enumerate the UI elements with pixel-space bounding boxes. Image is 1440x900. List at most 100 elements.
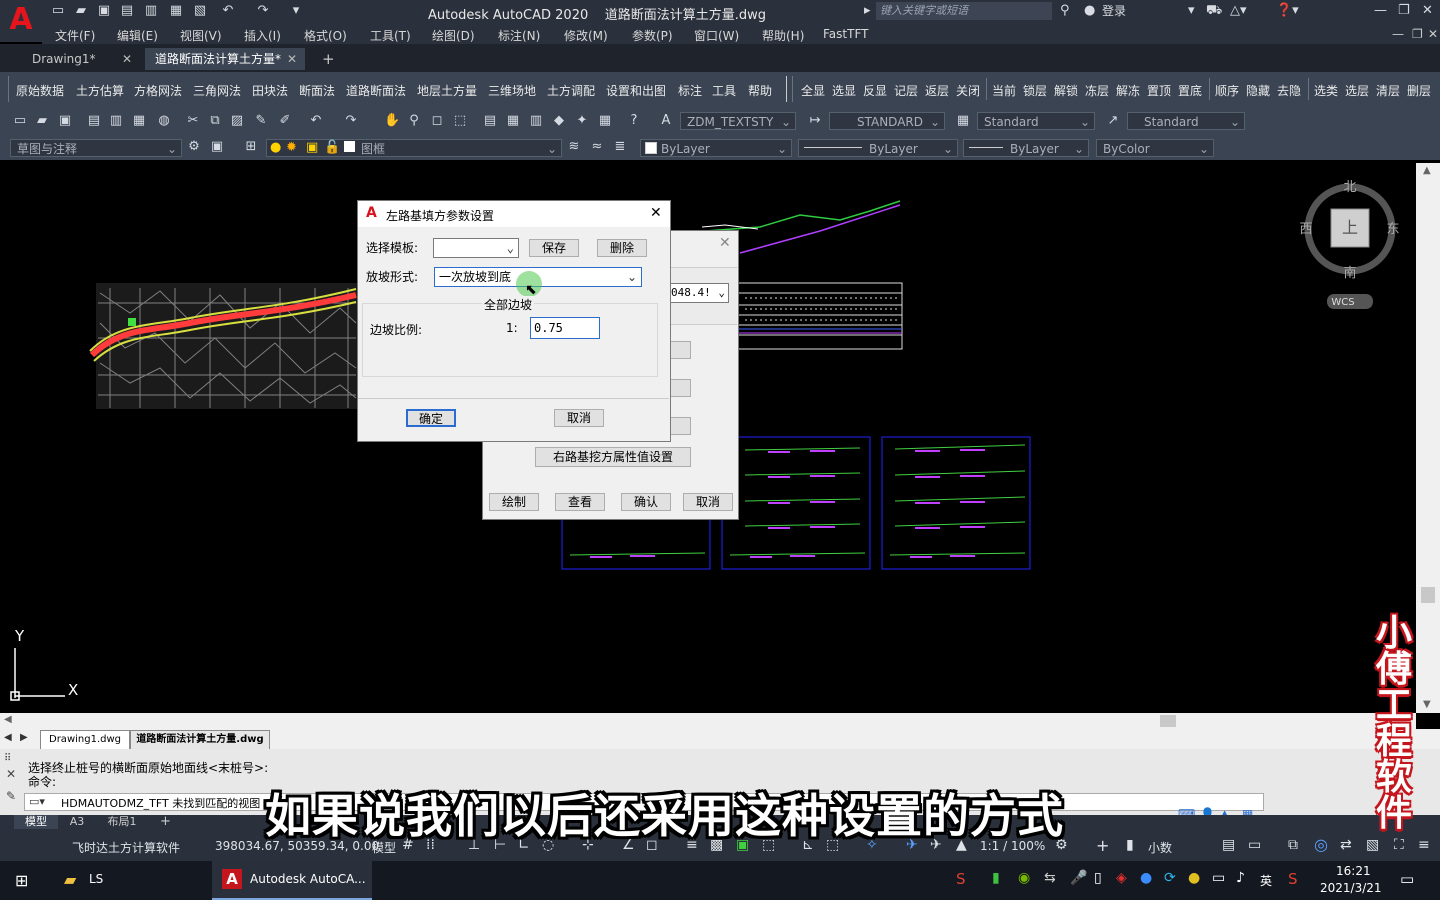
isolate-objects-icon[interactable]: ⧉ — [1288, 837, 1298, 853]
menu-tools[interactable]: 工具(T) — [370, 27, 411, 44]
close-icon[interactable]: ✕ — [1422, 3, 1433, 19]
redo-icon[interactable]: ↷ — [255, 3, 271, 19]
color-select[interactable]: ByLayer ⌄ — [640, 139, 792, 157]
units-icon[interactable]: ▮ — [1126, 837, 1134, 853]
cmd-earthwork-estimate[interactable]: 土方估算 — [76, 82, 124, 99]
doc-minimize-icon[interactable]: — — [1392, 27, 1404, 41]
viewcube-south[interactable]: 南 — [1343, 265, 1356, 281]
save-as-icon[interactable]: ▤ — [119, 3, 135, 19]
layer-match-icon[interactable]: ≈ — [589, 139, 605, 155]
viewcube-top-label[interactable]: 上 — [1342, 218, 1358, 237]
zoom-previous-icon[interactable]: ⬚ — [452, 113, 468, 129]
linetype-select[interactable]: ByLayer ⌄ — [798, 139, 958, 157]
layer-cmd-current[interactable]: 当前 — [992, 82, 1016, 99]
tab-close-icon[interactable]: ✕ — [122, 48, 132, 70]
workspace-select[interactable]: 草图与注释 ⌄ — [10, 139, 182, 157]
layer-cmd-lock[interactable]: 锁层 — [1023, 82, 1047, 99]
undo-icon[interactable]: ↶ — [308, 113, 324, 129]
cmd-stratum-volume[interactable]: 地层土方量 — [417, 82, 477, 99]
table-style-icon[interactable]: ▦ — [955, 113, 971, 129]
tab-drawing1[interactable]: Drawing1* ✕ — [22, 48, 140, 70]
command-grip-icon[interactable]: ⠿ — [4, 753, 11, 764]
plot-preview-icon[interactable]: ▥ — [108, 113, 124, 129]
cmd-3d-site[interactable]: 三维场地 — [488, 82, 536, 99]
fullscreen-icon[interactable]: ⛶ — [1394, 837, 1404, 853]
tray-network-device-icon[interactable]: ⇆ — [1044, 870, 1056, 886]
scroll-up-icon[interactable]: ▲ — [1423, 165, 1431, 176]
horizontal-scrollbar[interactable]: ◀ — [0, 713, 1416, 729]
binoculars-icon[interactable]: ⚲ — [1060, 3, 1070, 19]
attr-setting-button[interactable] — [669, 341, 691, 359]
back-cancel-button[interactable]: 取消 — [683, 493, 733, 511]
menu-parameter[interactable]: 参数(P) — [632, 27, 673, 44]
plotstyle-select[interactable]: ByColor ⌄ — [1096, 139, 1214, 157]
viewcube-west[interactable]: 西 — [1299, 222, 1312, 237]
tray-battery-icon[interactable]: ▮ — [992, 870, 1000, 886]
customize-quick-access-icon[interactable]: ▾ — [288, 3, 304, 19]
menu-view[interactable]: 视图(V) — [180, 27, 222, 44]
layer-cmd-close[interactable]: 关闭 — [956, 82, 980, 99]
template-select[interactable]: ⌄ — [433, 238, 519, 258]
status-menu-icon[interactable]: ≡ — [1418, 837, 1430, 853]
layer-cmd-delete-layer[interactable]: 删层 — [1407, 82, 1431, 99]
tray-display-icon[interactable]: ▭ — [1212, 870, 1225, 886]
paste-icon[interactable]: ▨ — [229, 113, 245, 129]
scroll-down-icon[interactable]: ▼ — [1423, 699, 1431, 710]
units-value[interactable]: 小数 — [1148, 839, 1172, 856]
cmd-road-section-method[interactable]: 道路断面法 — [346, 82, 406, 99]
vertical-scrollbar[interactable]: ▲ ▼ — [1416, 163, 1440, 713]
slope-ratio-input[interactable]: 0.75 — [530, 317, 600, 339]
cmd-annotate[interactable]: 标注 — [678, 82, 702, 99]
multileader-style-icon[interactable]: ↗ — [1105, 113, 1121, 129]
sheet-set-icon[interactable]: ◆ — [551, 113, 567, 129]
make-current-layer-icon[interactable]: ≋ — [566, 139, 582, 155]
attr-setting-button[interactable] — [669, 379, 691, 397]
help-icon[interactable]: ? — [626, 113, 642, 129]
cmd-tools[interactable]: 工具 — [712, 82, 736, 99]
publish-icon[interactable]: ▥ — [143, 3, 159, 19]
right-cut-attr-button[interactable]: 右路基挖方属性值设置 — [535, 447, 691, 467]
plot-icon[interactable]: ▧ — [192, 3, 208, 19]
view-button[interactable]: 查看 — [555, 493, 605, 511]
properties-icon[interactable]: ▤ — [482, 113, 498, 129]
restore-icon[interactable]: ❐ — [1398, 3, 1410, 19]
redo-icon[interactable]: ↷ — [343, 113, 359, 129]
tray-microphone-icon[interactable]: 🎤 — [1070, 870, 1087, 886]
windows-start-icon[interactable]: ⊞ — [15, 871, 28, 890]
save-icon[interactable]: ▣ — [96, 3, 112, 19]
ok-button[interactable]: 确定 — [406, 409, 456, 427]
undo-icon[interactable]: ↶ — [220, 3, 236, 19]
search-input[interactable]: 键入关键字或短语 — [876, 2, 1052, 20]
lineweight-select[interactable]: ByLayer ⌄ — [963, 139, 1089, 157]
doc-restore-icon[interactable]: ❐ — [1412, 27, 1423, 41]
table-style-select[interactable]: Standard ⌄ — [977, 112, 1095, 130]
new-icon[interactable]: ▭ — [12, 113, 28, 129]
layer-cmd-select-layer[interactable]: 选层 — [1345, 82, 1369, 99]
clean-screen-icon[interactable]: ⇄ — [1340, 837, 1352, 853]
pan-icon[interactable]: ✋ — [384, 113, 400, 129]
layer-cmd-show-all[interactable]: 全显 — [801, 82, 825, 99]
layer-cmd-unlock[interactable]: 解锁 — [1054, 82, 1078, 99]
cut-icon[interactable]: ✂ — [185, 113, 201, 129]
cmd-section-method[interactable]: 断面法 — [299, 82, 335, 99]
menu-fasttft[interactable]: FastTFT — [823, 27, 868, 41]
tray-sogou-icon[interactable]: S — [956, 870, 966, 888]
layer-cmd-select-type[interactable]: 选类 — [1314, 82, 1338, 99]
layer-cmd-unhide[interactable]: 去隐 — [1277, 82, 1301, 99]
login-dropdown-icon[interactable]: ▾ — [1188, 3, 1195, 19]
layout-tab-a3[interactable]: A3 — [62, 815, 92, 829]
layer-previous-icon[interactable]: ≣ — [612, 139, 628, 155]
tray-security-icon[interactable]: ◈ — [1116, 870, 1127, 886]
layer-cmd-hide[interactable]: 隐藏 — [1246, 82, 1270, 99]
file-tab-drawing1[interactable]: Drawing1.dwg — [40, 730, 130, 749]
layer-cmd-record[interactable]: 记层 — [894, 82, 918, 99]
horizontal-scroll-thumb[interactable] — [1160, 715, 1176, 727]
annotation-monitor-icon[interactable]: + — [1096, 836, 1109, 855]
layer-manager-icon[interactable]: ⊞ — [243, 139, 259, 155]
minimize-icon[interactable]: — — [1374, 3, 1387, 19]
match-properties-icon[interactable]: ✎ — [253, 113, 269, 129]
tray-app-icon[interactable]: ● — [1188, 870, 1200, 886]
save-template-button[interactable]: 保存 — [529, 239, 579, 257]
text-style-select[interactable]: ZDM_TEXTSTY ⌄ — [680, 112, 796, 130]
menu-window[interactable]: 窗口(W) — [694, 27, 739, 44]
